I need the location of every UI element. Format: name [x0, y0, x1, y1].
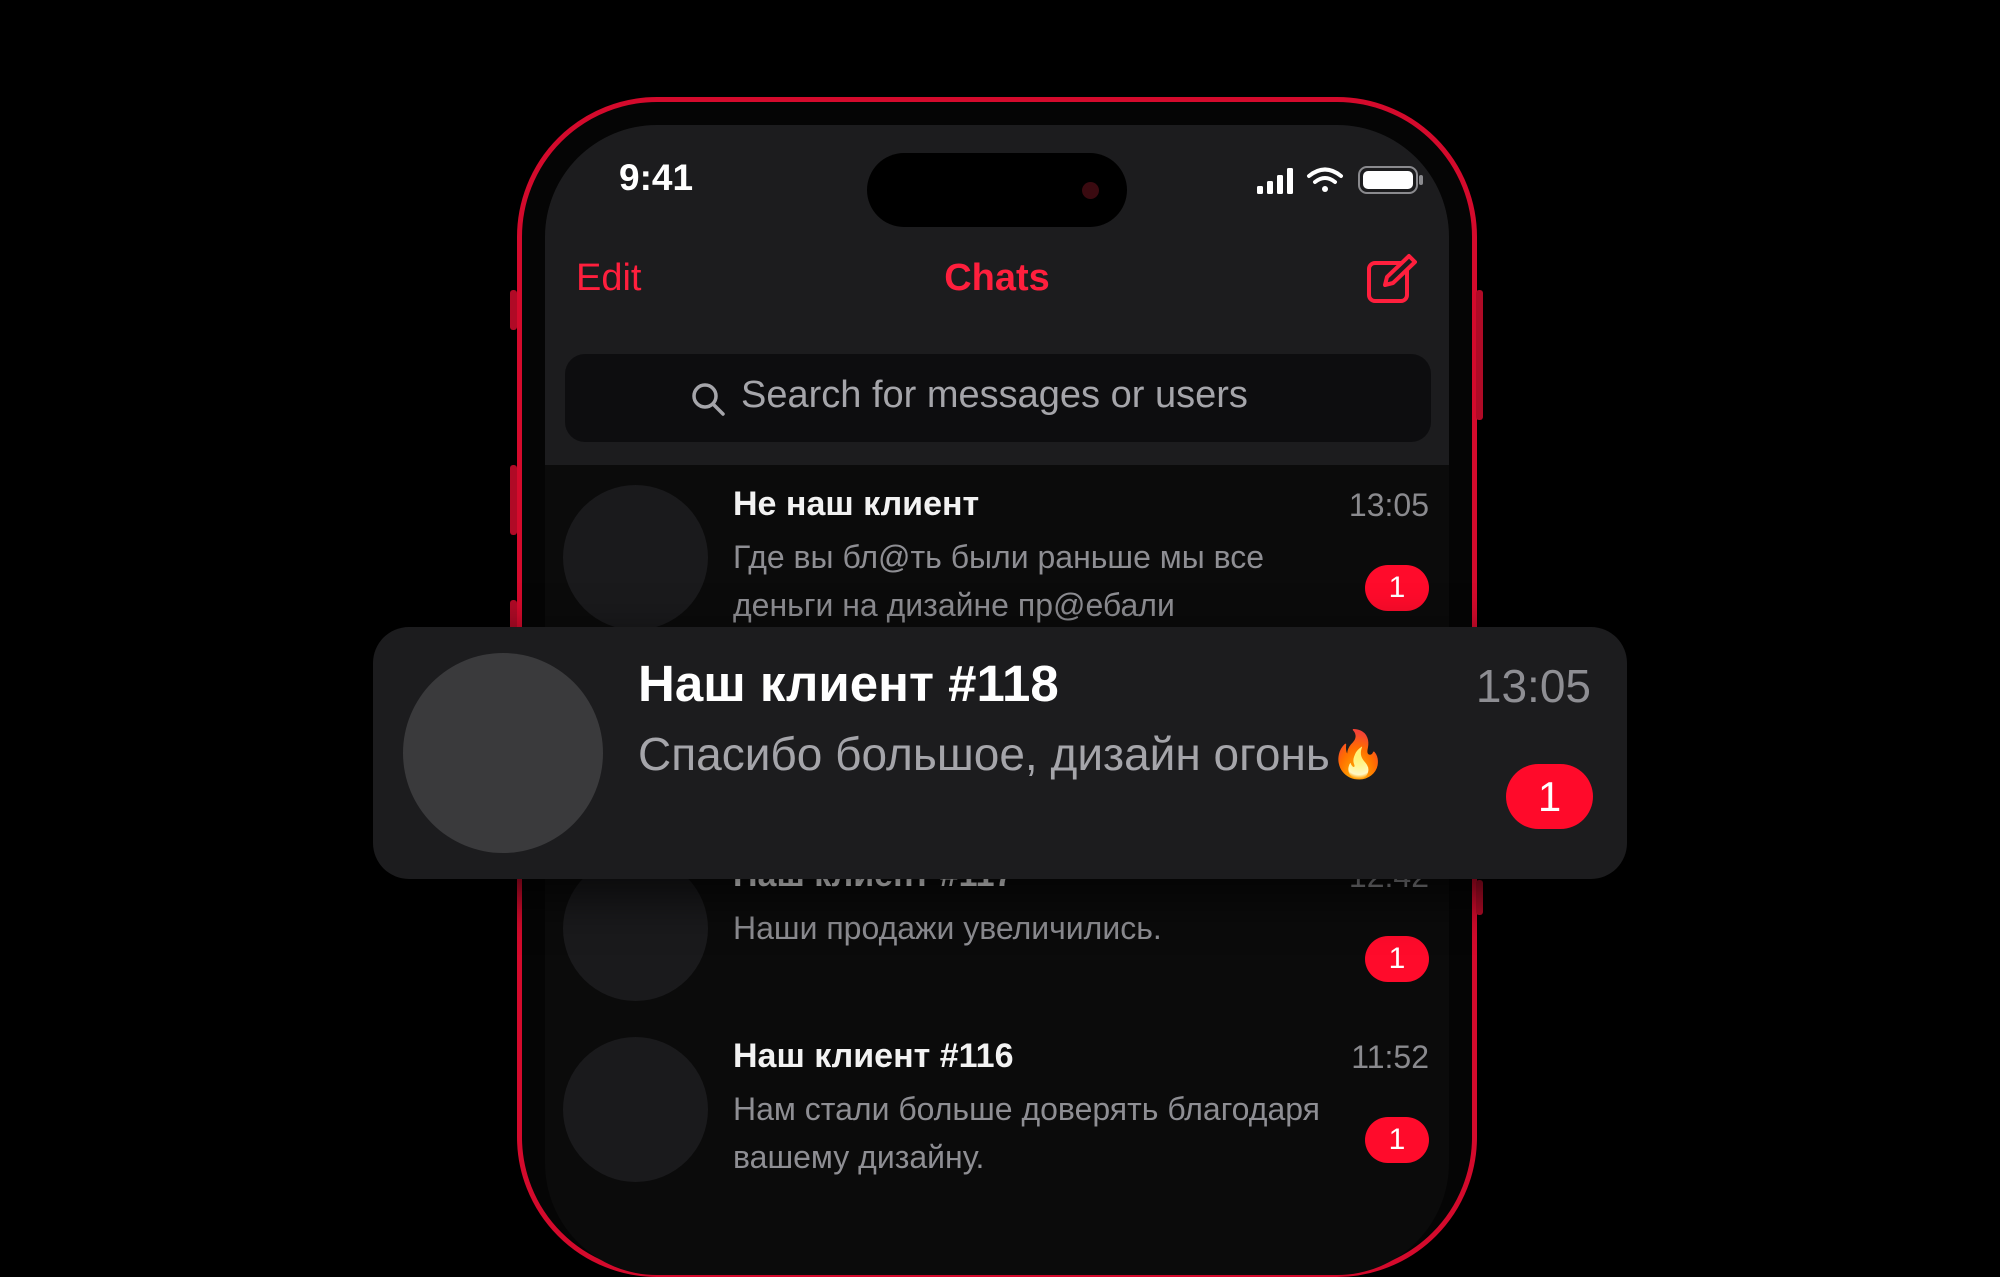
action-button: [510, 290, 517, 330]
wifi-icon: [1307, 167, 1343, 192]
header-area: 9:41 Edit Chats Search for messages or u…: [545, 125, 1449, 465]
chat-name: Не наш клиент: [733, 485, 980, 523]
battery-icon: [1358, 166, 1423, 194]
avatar: [563, 1037, 708, 1182]
compose-icon[interactable]: [1365, 253, 1417, 305]
front-camera: [1082, 182, 1099, 199]
search-icon: [692, 383, 725, 416]
featured-chat-card[interactable]: Наш клиент #118 13:05 Спасибо большое, д…: [373, 627, 1627, 879]
search-placeholder: Search for messages or users: [741, 374, 1248, 416]
status-icons: [1257, 166, 1423, 194]
power-button: [1476, 290, 1483, 420]
unread-badge: 1: [1365, 936, 1429, 982]
chat-message: Где вы бл@ть были раньше мы все деньги н…: [733, 539, 1265, 623]
chat-time: 11:52: [1351, 1039, 1429, 1075]
unread-badge: 1: [1365, 1117, 1429, 1163]
unread-badge: 1: [1506, 764, 1593, 829]
chat-row[interactable]: Наш клиент #116 11:52 Нам стали больше д…: [545, 1017, 1449, 1197]
page-title: Chats: [944, 257, 1050, 299]
chat-name: Наш клиент #118: [638, 655, 1059, 712]
chat-message: Спасибо большое, дизайн огонь🔥: [638, 728, 1388, 780]
volume-up-button: [510, 465, 517, 535]
chat-row[interactable]: Не наш клиент 13:05 Где вы бл@ть были ра…: [545, 465, 1449, 645]
search-input[interactable]: Search for messages or users: [565, 354, 1431, 442]
unread-badge: 1: [1365, 565, 1429, 611]
chat-time: 13:05: [1348, 487, 1429, 523]
status-time: 9:41: [619, 157, 694, 198]
chat-name: Наш клиент #116: [733, 1037, 1014, 1075]
dynamic-island: [867, 153, 1127, 227]
antenna-band: [1476, 880, 1483, 915]
chat-message: Наши продажи увеличились.: [733, 910, 1162, 946]
chat-message: Нам стали больше доверять благодаря ваше…: [733, 1091, 1320, 1175]
cellular-signal-icon: [1257, 168, 1293, 194]
avatar: [563, 485, 708, 630]
chat-time: 13:05: [1475, 660, 1591, 712]
avatar: [403, 653, 603, 853]
